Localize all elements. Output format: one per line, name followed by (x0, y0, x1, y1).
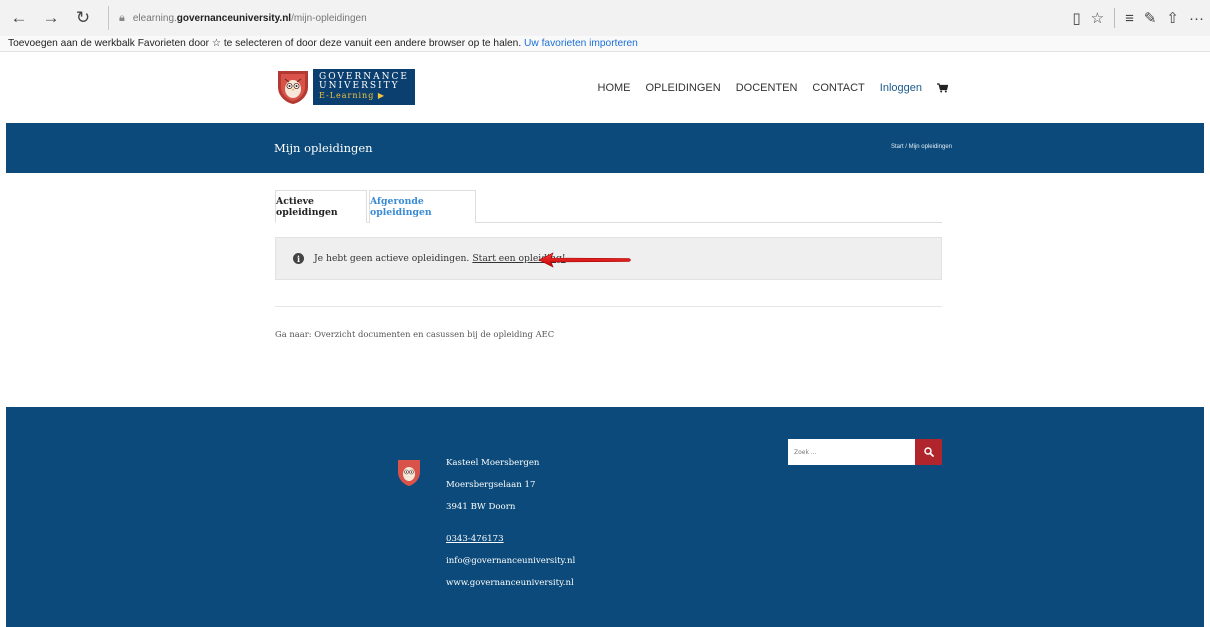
breadcrumb[interactable]: Start / Mijn opleidingen (891, 144, 952, 150)
search-input[interactable] (788, 439, 915, 465)
favorite-star-icon[interactable]: ☆ (1091, 9, 1104, 27)
toolbar-separator (1114, 8, 1116, 28)
logo-wordmark: GOVERNANCE UNIVERSITY E-Learning ▶ (313, 69, 415, 105)
site-header: GOVERNANCE UNIVERSITY E-Learning ▶ HOME … (0, 53, 1210, 123)
address-bar[interactable]: 🔒︎ elearning. governanceuniversity.nl/mij… (108, 6, 367, 30)
nav-opleidingen[interactable]: OPLEIDINGEN (646, 82, 721, 94)
address-line-3: 3941 BW Doorn (446, 502, 516, 512)
logo-line-2: UNIVERSITY (319, 81, 400, 91)
url-path: /mijn-opleidingen (291, 12, 367, 24)
refresh-icon[interactable]: ↻ (70, 5, 96, 31)
forward-arrow-icon[interactable]: → (38, 5, 64, 31)
address-gap (446, 518, 575, 528)
search-icon (923, 447, 934, 457)
share-icon[interactable]: ⇧ (1166, 9, 1179, 27)
url-domain: governanceuniversity.nl (176, 12, 292, 24)
content-divider (275, 306, 942, 307)
page-title-bar: Mijn opleidingen Start / Mijn opleidinge… (6, 123, 1204, 173)
tab-afgeronde-opleidingen[interactable]: Afgeronde opleidingen (369, 190, 476, 223)
footer-email-link[interactable]: info@governanceuniversity.nl (446, 550, 575, 572)
site-footer: Kasteel Moersbergen Moersbergselaan 17 3… (6, 407, 1204, 627)
login-link[interactable]: Inloggen (880, 82, 922, 94)
governance-university-logo[interactable]: GOVERNANCE UNIVERSITY E-Learning ▶ (275, 69, 415, 105)
info-icon: i (293, 253, 304, 264)
web-note-icon[interactable]: ✎ (1144, 9, 1157, 27)
red-arrow-icon (538, 252, 631, 268)
nav-home[interactable]: HOME (598, 82, 631, 94)
goto-documents-link[interactable]: Ga naar: Overzicht documenten en casusse… (275, 329, 554, 339)
owl-shield-icon (278, 71, 308, 104)
browser-actions: ▯ ☆ ≡ ✎ ⇧ ··· (1072, 0, 1204, 36)
footer-search (788, 439, 942, 465)
url-prefix: elearning. (132, 12, 177, 24)
address-line-2: Moersbergselaan 17 (446, 480, 536, 490)
nav-contact[interactable]: CONTACT (812, 82, 864, 94)
address-line-1: Kasteel Moersbergen (446, 458, 540, 468)
tab-actieve-opleidingen[interactable]: Actieve opleidingen (275, 190, 367, 223)
back-arrow-icon[interactable]: ← (6, 5, 32, 31)
notice-text: Je hebt geen actieve opleidingen. (314, 253, 470, 264)
footer-address: Kasteel Moersbergen Moersbergselaan 17 3… (446, 452, 575, 594)
hub-icon[interactable]: ≡ (1125, 10, 1134, 27)
browser-toolbar: ← → ↻ 🔒︎ elearning. governanceuniversity.… (0, 0, 1210, 36)
import-favorites-link[interactable]: Uw favorieten importeren (524, 38, 638, 49)
search-button[interactable] (915, 439, 942, 465)
footer-shield-icon (398, 460, 420, 486)
logo-line-3: E-Learning ▶ (319, 91, 386, 100)
course-tabs: Actieve opleidingen Afgeronde opleidinge… (275, 190, 942, 223)
footer-website-link[interactable]: www.governanceuniversity.nl (446, 572, 575, 594)
footer-phone-link[interactable]: 0343-476173 (446, 528, 575, 550)
reading-view-icon[interactable]: ▯ (1072, 9, 1080, 27)
shopping-cart-icon[interactable] (937, 83, 948, 93)
favorites-message: Toevoegen aan de werkbalk Favorieten doo… (8, 38, 522, 49)
more-icon[interactable]: ··· (1189, 10, 1204, 27)
main-navigation: HOME OPLEIDINGEN DOCENTEN CONTACT Inlogg… (598, 53, 948, 123)
favorites-bar: Toevoegen aan de werkbalk Favorieten doo… (0, 36, 1210, 52)
nav-docenten[interactable]: DOCENTEN (736, 82, 798, 94)
lock-icon: 🔒︎ (119, 11, 125, 24)
page-title: Mijn opleidingen (274, 141, 373, 155)
